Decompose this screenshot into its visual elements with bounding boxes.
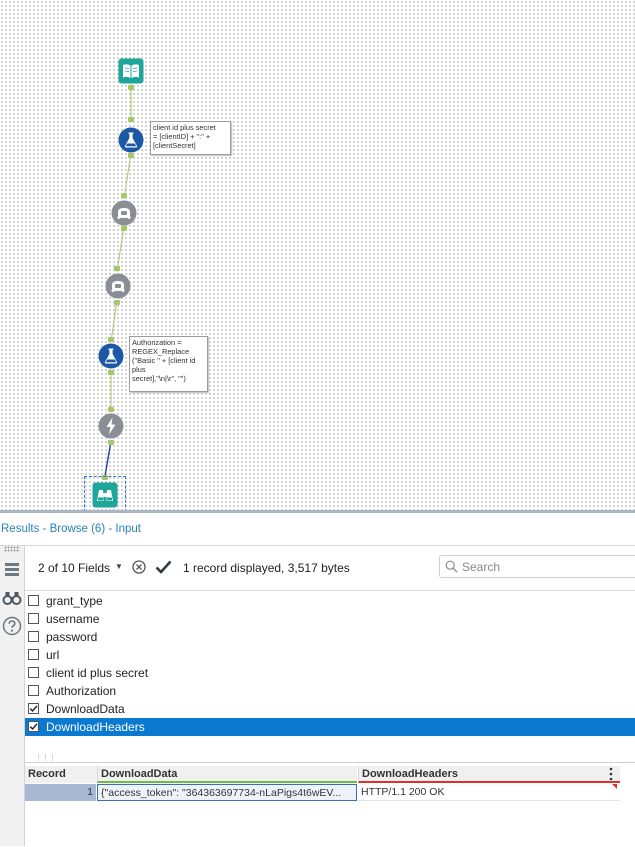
column-menu-icon[interactable] bbox=[609, 767, 613, 781]
field-row[interactable]: Authorization bbox=[25, 682, 635, 700]
field-label: client id plus secret bbox=[46, 666, 149, 680]
column-header-downloaddata[interactable]: DownloadData bbox=[97, 766, 357, 783]
binoculars-icon bbox=[92, 482, 118, 508]
input-data-tool[interactable] bbox=[118, 58, 144, 84]
chevron-down-icon[interactable]: ▼ bbox=[115, 562, 123, 571]
field-checkbox[interactable] bbox=[28, 613, 39, 624]
fields-count-dropdown[interactable]: 2 of 10 Fields bbox=[38, 561, 110, 575]
field-row[interactable]: url bbox=[25, 646, 635, 664]
developer-tool-1[interactable] bbox=[111, 200, 137, 226]
list-resize-grip[interactable]: ⋮⋮⋮ bbox=[35, 754, 56, 762]
workflow-connectors bbox=[102, 84, 134, 480]
field-checkbox[interactable] bbox=[28, 721, 39, 732]
table-cell-downloaddata[interactable]: {"access_token": "364363697734-nLaPigs4t… bbox=[97, 784, 357, 801]
developer-tool-icon bbox=[105, 273, 131, 299]
field-row[interactable]: DownloadData bbox=[25, 700, 635, 718]
results-title: Results - Browse (6) - Input bbox=[1, 523, 141, 535]
browse-tool-selection[interactable] bbox=[84, 476, 126, 510]
clear-selection-icon[interactable] bbox=[132, 560, 146, 574]
search-box[interactable] bbox=[439, 555, 635, 578]
field-label: url bbox=[46, 648, 60, 662]
results-title-bar: Results - Browse (6) - Input bbox=[0, 513, 635, 546]
download-tool[interactable] bbox=[98, 413, 124, 439]
field-label: Authorization bbox=[46, 684, 117, 698]
field-label: DownloadHeaders bbox=[46, 720, 145, 734]
field-row[interactable]: DownloadHeaders bbox=[25, 718, 635, 736]
developer-tool-icon bbox=[111, 200, 137, 226]
results-grid: Record DownloadData DownloadHeaders 1 {"… bbox=[25, 762, 635, 847]
book-icon bbox=[118, 58, 144, 84]
field-checkbox[interactable] bbox=[28, 595, 39, 606]
formula-tool-client-secret[interactable] bbox=[118, 127, 144, 153]
field-row[interactable]: username bbox=[25, 610, 635, 628]
field-label: grant_type bbox=[46, 594, 103, 608]
field-checkbox[interactable] bbox=[28, 631, 39, 642]
table-cell-record[interactable]: 1 bbox=[25, 784, 96, 801]
table-cell-downloadheaders[interactable]: HTTP/1.1 200 OK bbox=[358, 784, 620, 801]
select-all-check-icon[interactable] bbox=[155, 559, 172, 575]
field-row[interactable]: grant_type bbox=[25, 592, 635, 610]
results-left-rail bbox=[0, 546, 25, 846]
field-checkbox[interactable] bbox=[28, 649, 39, 660]
field-label: DownloadData bbox=[46, 702, 125, 716]
annotation-authorization: Authorization = REGEX_Replace ("Basic " … bbox=[129, 336, 208, 392]
fields-toolbar: 2 of 10 Fields ▼ 1 record displayed, 3,5… bbox=[25, 546, 635, 591]
workflow-canvas[interactable]: client id plus secret = [clientID] + ":"… bbox=[0, 0, 635, 510]
column-header-downloadheaders[interactable]: DownloadHeaders bbox=[358, 766, 620, 783]
annotation-client-secret: client id plus secret = [clientID] + ":"… bbox=[150, 121, 231, 155]
field-label: password bbox=[46, 630, 98, 644]
flask-icon bbox=[98, 343, 124, 369]
field-row[interactable]: password bbox=[25, 628, 635, 646]
search-input[interactable] bbox=[462, 558, 632, 575]
field-list: grant_type username password url client id p… bbox=[25, 592, 635, 754]
column-header-record[interactable]: Record bbox=[25, 766, 97, 783]
checkmark-icon bbox=[29, 723, 38, 731]
checkmark-icon bbox=[29, 705, 38, 713]
field-label: username bbox=[46, 612, 100, 626]
table-view-icon[interactable] bbox=[2, 560, 22, 580]
binoculars-icon[interactable] bbox=[2, 588, 22, 608]
help-icon[interactable] bbox=[2, 616, 22, 636]
field-checkbox[interactable] bbox=[28, 667, 39, 678]
developer-tool-2[interactable] bbox=[105, 273, 131, 299]
record-info: 1 record displayed, 3,517 bytes bbox=[183, 561, 350, 575]
rail-grip[interactable] bbox=[4, 546, 20, 552]
field-checkbox[interactable] bbox=[28, 685, 39, 696]
formula-tool-authorization[interactable] bbox=[98, 343, 124, 369]
flask-icon bbox=[118, 127, 144, 153]
field-row[interactable]: client id plus secret bbox=[25, 664, 635, 682]
search-icon bbox=[445, 560, 458, 573]
lightning-icon bbox=[98, 413, 124, 439]
field-checkbox[interactable] bbox=[28, 703, 39, 714]
